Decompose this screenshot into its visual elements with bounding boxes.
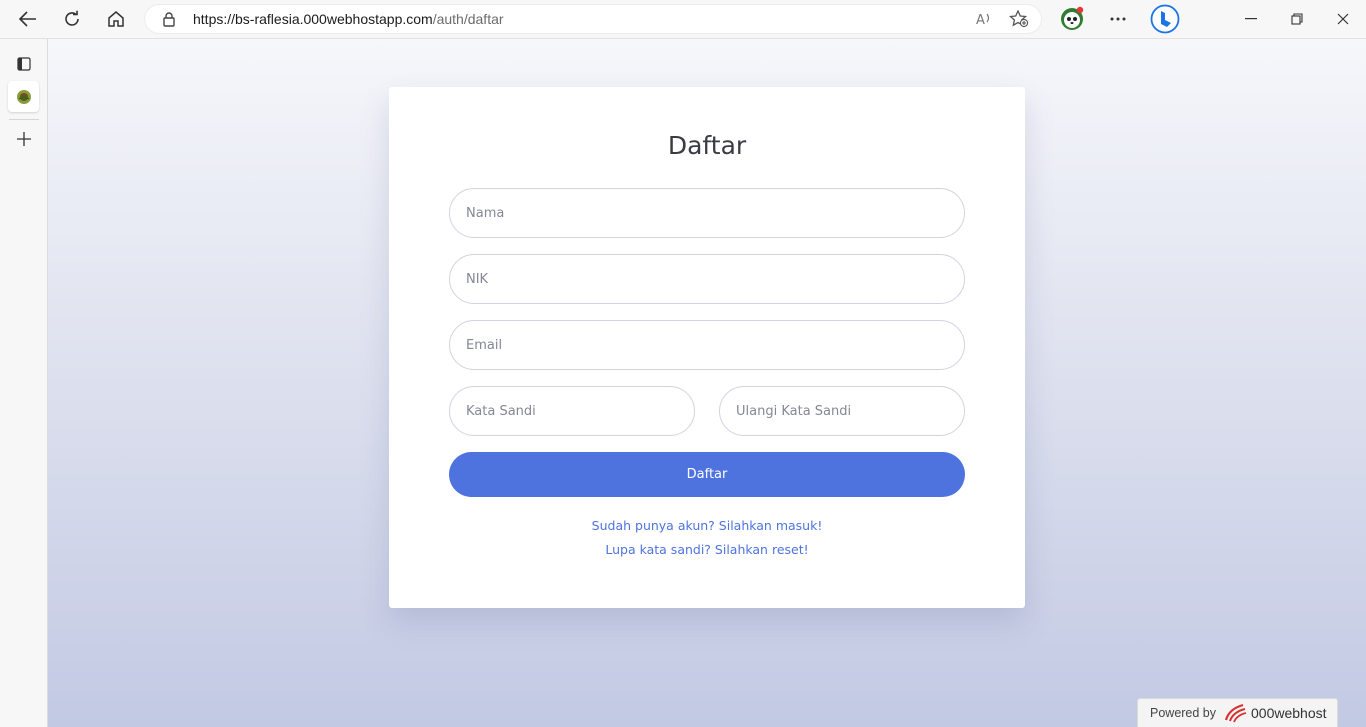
url-path: /auth/daftar: [432, 11, 504, 27]
read-aloud-icon[interactable]: A: [974, 10, 994, 28]
nama-input[interactable]: [466, 205, 964, 221]
svg-text:A: A: [976, 13, 985, 27]
back-icon: [19, 11, 36, 27]
bing-button[interactable]: [1149, 4, 1181, 34]
nik-field[interactable]: [449, 254, 965, 304]
favorite-add-icon[interactable]: [1009, 10, 1029, 28]
profile-avatar-icon: [1061, 6, 1084, 30]
site-tab[interactable]: [8, 81, 39, 112]
home-icon: [108, 11, 124, 27]
password-field[interactable]: [449, 386, 695, 436]
register-card: Daftar Daftar Sudah punya akun? Silahkan…: [389, 87, 1025, 608]
more-button[interactable]: [1102, 4, 1134, 34]
refresh-icon: [65, 10, 79, 26]
browser-toolbar: https://bs-raflesia.000webhostapp.com/au…: [0, 0, 1366, 39]
nik-input[interactable]: [466, 271, 964, 287]
new-tab-icon: [16, 131, 31, 146]
powered-by-label: Powered by: [1150, 706, 1217, 720]
repeat-password-input[interactable]: [736, 403, 964, 419]
webhost-brand: 000webhost: [1251, 705, 1327, 721]
url-host: https://bs-raflesia.000webhostapp.com: [193, 11, 433, 27]
sidebar-divider: [9, 119, 39, 120]
reset-password-link[interactable]: Lupa kata sandi? Silahkan reset!: [389, 542, 1025, 557]
back-button[interactable]: [12, 4, 44, 34]
minimize-button[interactable]: [1235, 4, 1267, 34]
more-icon: [1110, 17, 1126, 21]
address-bar[interactable]: https://bs-raflesia.000webhostapp.com/au…: [144, 4, 1042, 34]
bing-icon: [1150, 4, 1180, 34]
webhost-logo-icon: [1223, 703, 1247, 723]
page-content: Daftar Daftar Sudah punya akun? Silahkan…: [48, 39, 1366, 727]
password-input[interactable]: [466, 403, 694, 419]
page-title: Daftar: [667, 131, 747, 160]
url-text[interactable]: https://bs-raflesia.000webhostapp.com/au…: [193, 11, 504, 27]
login-link[interactable]: Sudah punya akun? Silahkan masuk!: [389, 518, 1025, 533]
register-button[interactable]: Daftar: [449, 452, 965, 497]
email-field[interactable]: [449, 320, 965, 370]
email-input[interactable]: [466, 337, 964, 353]
profile-button[interactable]: [1056, 4, 1088, 34]
vertical-tab-bar: [0, 39, 48, 727]
home-button[interactable]: [100, 4, 132, 34]
repeat-password-field[interactable]: [719, 386, 965, 436]
nama-field[interactable]: [449, 188, 965, 238]
minimize-icon: [1245, 18, 1257, 20]
restore-icon: [1291, 13, 1303, 25]
restore-button[interactable]: [1281, 4, 1313, 34]
tab-actions-button[interactable]: [8, 48, 39, 79]
close-icon: [1337, 13, 1349, 25]
site-tab-icon: [16, 89, 31, 104]
lock-icon[interactable]: [162, 11, 176, 32]
new-tab-button[interactable]: [8, 123, 39, 154]
tab-actions-icon: [16, 56, 31, 71]
refresh-button[interactable]: [56, 4, 88, 34]
powered-by-badge[interactable]: Powered by 000webhost: [1137, 698, 1338, 727]
close-window-button[interactable]: [1327, 4, 1359, 34]
